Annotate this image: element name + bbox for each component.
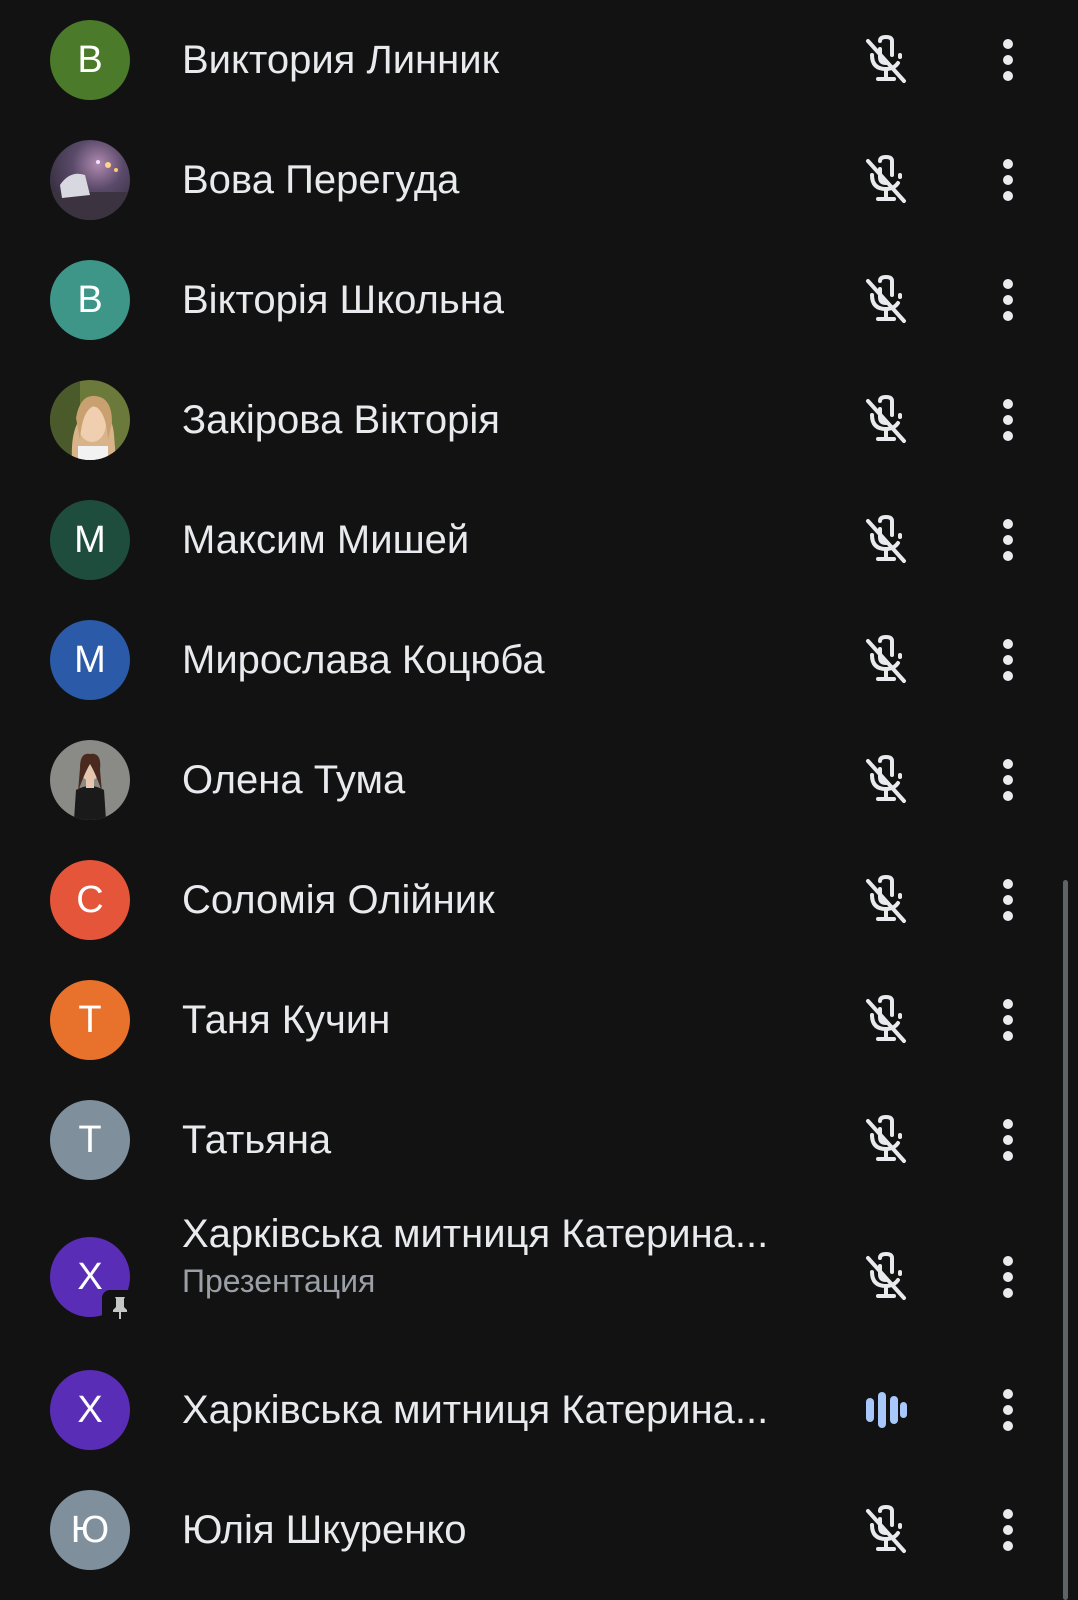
more-vertical-icon[interactable] [980, 512, 1036, 568]
participant-name: Максим Мишей [182, 518, 470, 562]
mic-off-icon[interactable] [858, 632, 914, 688]
avatar: М [50, 620, 130, 700]
avatar: Х [50, 1370, 130, 1450]
pin-badge [102, 1290, 138, 1326]
participant-row[interactable]: С Соломія Олійник [0, 845, 1060, 955]
avatar: В [50, 20, 130, 100]
participant-row[interactable]: Т Таня Кучин [0, 965, 1060, 1075]
avatar-initial: Т [78, 998, 102, 1041]
avatar: М [50, 500, 130, 580]
mic-off-icon[interactable] [858, 752, 914, 808]
more-vertical-icon[interactable] [980, 1249, 1036, 1305]
more-vertical-icon[interactable] [980, 1112, 1036, 1168]
avatar-initial: М [74, 638, 106, 681]
participant-name: Татьяна [182, 1118, 332, 1162]
participant-name: Вова Перегуда [182, 158, 460, 202]
participant-name: Вікторія Школьна [182, 278, 505, 322]
participant-name: Мирослава Коцюба [182, 638, 545, 682]
participant-row[interactable]: В Виктория Линник [0, 5, 1060, 115]
audio-level-icon [858, 1382, 914, 1438]
mic-off-icon[interactable] [858, 1249, 914, 1305]
participant-name: Закірова Вікторія [182, 398, 500, 442]
participant-row[interactable]: Вова Перегуда [0, 125, 1060, 235]
participant-row[interactable]: Олена Тума [0, 725, 1060, 835]
avatar-initial: В [77, 278, 103, 321]
mic-off-icon[interactable] [858, 992, 914, 1048]
participant-name: Харківська митниця Катерина... [182, 1388, 769, 1432]
participant-row[interactable]: Т Татьяна [0, 1085, 1060, 1195]
participant-subtitle: Презентация [182, 1263, 376, 1299]
participant-row[interactable]: Х Харківська митниця Катерина... [0, 1355, 1060, 1465]
participant-row[interactable]: М Максим Мишей [0, 485, 1060, 595]
mic-off-icon[interactable] [858, 272, 914, 328]
avatar-initial: В [77, 38, 103, 81]
avatar: В [50, 260, 130, 340]
participant-row[interactable]: Ю Юлія Шкуренко [0, 1475, 1060, 1585]
participant-name: Соломія Олійник [182, 878, 495, 922]
more-vertical-icon[interactable] [980, 752, 1036, 808]
avatar-initial: М [74, 518, 106, 561]
participant-row[interactable]: Х Харківська митниця Катерина... Презент… [0, 1210, 1060, 1350]
mic-off-icon[interactable] [858, 872, 914, 928]
more-vertical-icon[interactable] [980, 272, 1036, 328]
scrollbar[interactable] [1063, 880, 1068, 1600]
avatar [50, 740, 130, 820]
avatar-initial: С [76, 878, 104, 921]
avatar-initial: Ю [70, 1508, 110, 1551]
participant-row[interactable]: В Вікторія Школьна [0, 245, 1060, 355]
avatar: Т [50, 980, 130, 1060]
avatar: Ю [50, 1490, 130, 1570]
participant-row[interactable]: М Мирослава Коцюба [0, 605, 1060, 715]
mic-off-icon[interactable] [858, 512, 914, 568]
avatar-photo [50, 140, 130, 220]
avatar [50, 380, 130, 460]
more-vertical-icon[interactable] [980, 992, 1036, 1048]
pin-icon [113, 1297, 127, 1319]
participant-name: Олена Тума [182, 758, 406, 802]
more-vertical-icon[interactable] [980, 392, 1036, 448]
avatar [50, 140, 130, 220]
participant-name: Юлія Шкуренко [182, 1508, 467, 1552]
participant-row[interactable]: Закірова Вікторія [0, 365, 1060, 475]
avatar-initial: Х [77, 1255, 103, 1298]
avatar: С [50, 860, 130, 940]
mic-off-icon[interactable] [858, 392, 914, 448]
avatar-photo [50, 740, 130, 820]
more-vertical-icon[interactable] [980, 152, 1036, 208]
mic-off-icon[interactable] [858, 1502, 914, 1558]
participant-name: Харківська митниця Катерина... [182, 1212, 769, 1256]
avatar: Т [50, 1100, 130, 1180]
mic-off-icon[interactable] [858, 1112, 914, 1168]
more-vertical-icon[interactable] [980, 872, 1036, 928]
mic-off-icon[interactable] [858, 32, 914, 88]
more-vertical-icon[interactable] [980, 1382, 1036, 1438]
more-vertical-icon[interactable] [980, 32, 1036, 88]
more-vertical-icon[interactable] [980, 632, 1036, 688]
avatar-photo [50, 380, 130, 460]
avatar-initial: Т [78, 1118, 102, 1161]
mic-off-icon[interactable] [858, 152, 914, 208]
more-vertical-icon[interactable] [980, 1502, 1036, 1558]
participant-name: Виктория Линник [182, 38, 500, 82]
participant-name: Таня Кучин [182, 998, 391, 1042]
avatar-initial: Х [77, 1388, 103, 1431]
